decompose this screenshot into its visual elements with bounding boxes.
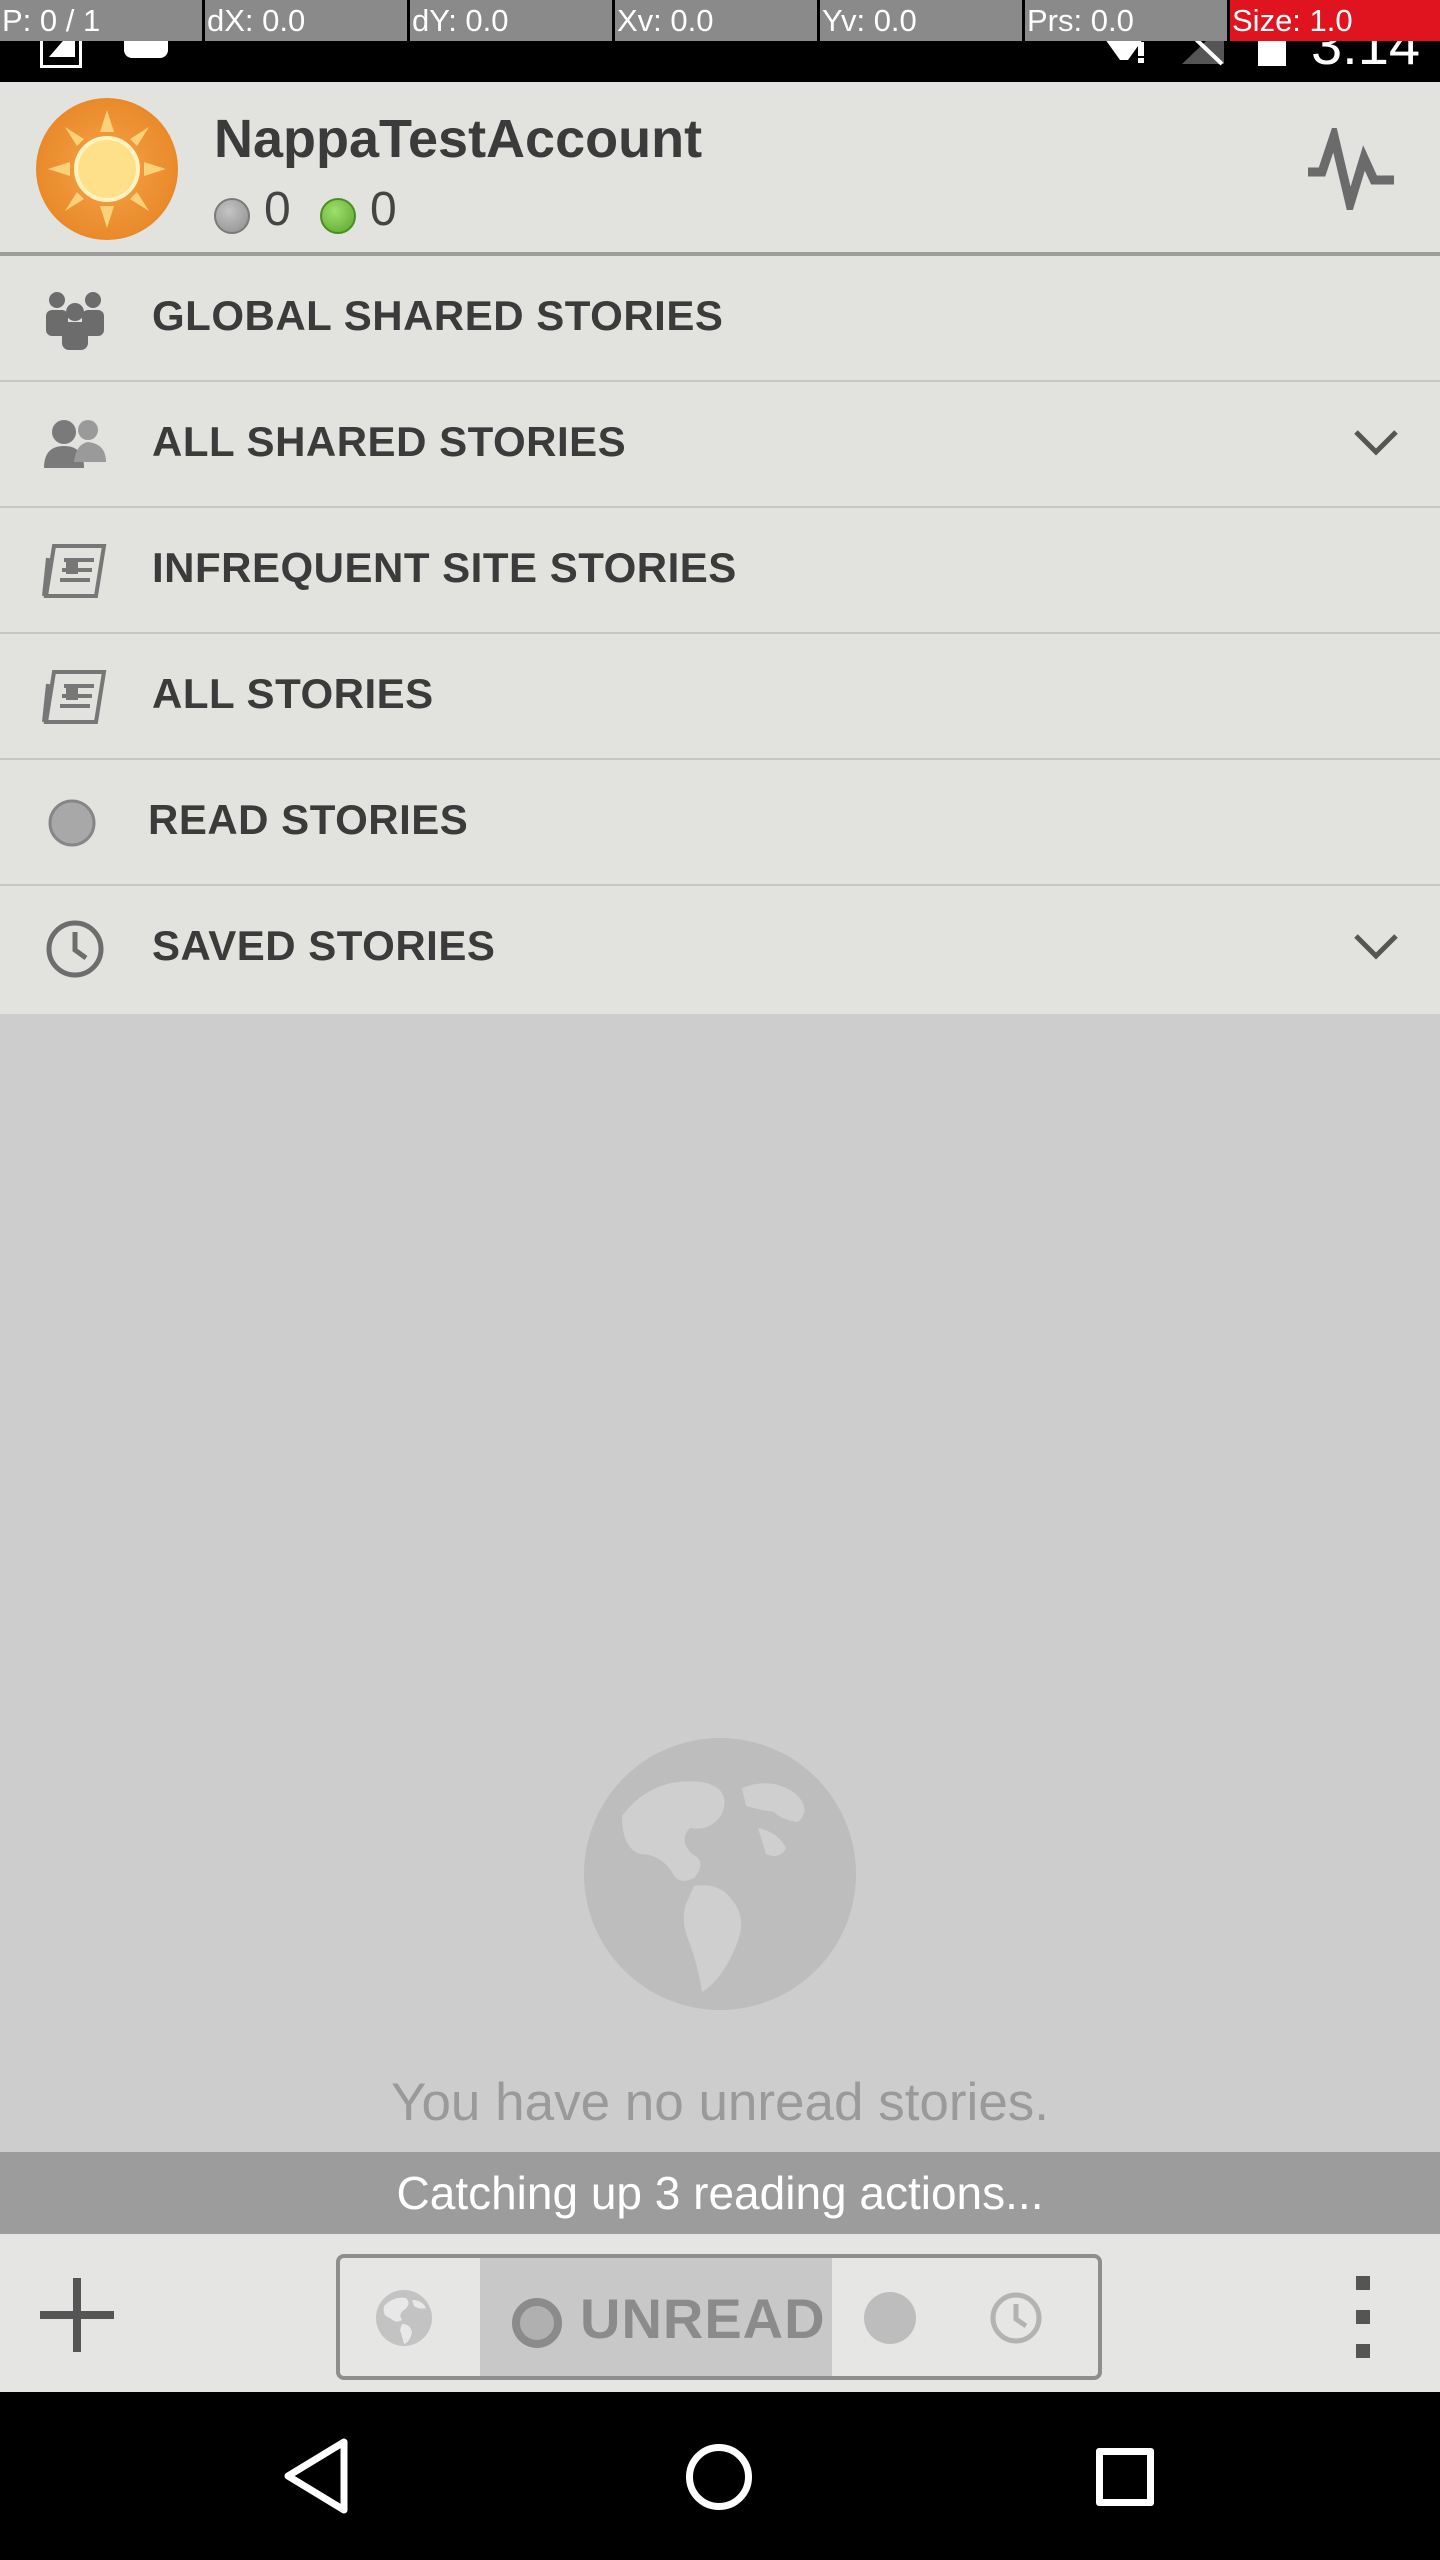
folder-label: GLOBAL SHARED STORIES	[152, 292, 724, 339]
pointer-dy: dY: 0.0	[410, 0, 615, 41]
account-header[interactable]: NappaTestAccount 0 0	[0, 82, 1440, 256]
neutral-count: 0	[264, 183, 291, 236]
overflow-menu-button[interactable]	[1348, 2276, 1378, 2358]
unread-dot-icon	[512, 2298, 562, 2348]
filter-unread-label: UNREAD	[580, 2287, 826, 2350]
activity-icon[interactable]	[1306, 128, 1396, 210]
folder-all-shared-stories[interactable]: ALL SHARED STORIES	[0, 382, 1440, 508]
chevron-down-icon[interactable]	[1352, 428, 1400, 458]
read-dot-icon	[48, 799, 96, 847]
pointer-pressure: Prs: 0.0	[1025, 0, 1230, 41]
newspaper-icon	[42, 670, 107, 724]
back-icon[interactable]	[280, 2436, 352, 2516]
pointer-size: Size: 1.0	[1230, 0, 1440, 41]
filter-saved-button[interactable]	[952, 2258, 1098, 2376]
clock-icon	[46, 920, 104, 978]
empty-state-message: You have no unread stories.	[390, 2073, 1050, 2132]
newspaper-icon	[42, 544, 107, 598]
clock-icon	[990, 2292, 1042, 2344]
bottom-toolbar: UNREAD	[0, 2234, 1440, 2392]
shared-people-icon	[44, 420, 106, 468]
account-name: NappaTestAccount	[214, 109, 703, 169]
global-icon	[376, 2290, 432, 2346]
folder-saved-stories[interactable]: SAVED STORIES	[0, 886, 1440, 1014]
home-icon[interactable]	[686, 2444, 752, 2510]
neutral-count-icon	[214, 198, 250, 234]
pointer-count: P: 0 / 1	[0, 0, 205, 41]
positive-count-icon	[320, 198, 356, 234]
globe-icon	[584, 1738, 856, 2010]
folder-label: ALL SHARED STORIES	[152, 418, 627, 465]
status-bar: 3:14 P: 0 / 1 dX: 0.0 dY: 0.0 Xv: 0.0 Yv…	[0, 0, 1440, 82]
chevron-down-icon[interactable]	[1352, 932, 1400, 962]
pointer-xv: Xv: 0.0	[615, 0, 820, 41]
pointer-location-overlay: P: 0 / 1 dX: 0.0 dY: 0.0 Xv: 0.0 Yv: 0.0…	[0, 0, 1440, 41]
folder-infrequent-site-stories[interactable]: INFREQUENT SITE STORIES	[0, 508, 1440, 634]
folder-all-stories[interactable]: ALL STORIES	[0, 634, 1440, 760]
sync-status-banner: Catching up 3 reading actions...	[0, 2152, 1440, 2234]
positive-count: 0	[370, 183, 397, 236]
avatar	[36, 98, 178, 240]
sun-icon	[48, 110, 166, 228]
pointer-dx: dX: 0.0	[205, 0, 410, 41]
folder-label: ALL STORIES	[152, 670, 434, 717]
filter-unread-button[interactable]: UNREAD	[480, 2258, 832, 2376]
folder-label: SAVED STORIES	[152, 922, 496, 969]
navigation-bar	[0, 2392, 1440, 2560]
folder-read-stories[interactable]: READ STORIES	[0, 760, 1440, 886]
folder-label: INFREQUENT SITE STORIES	[152, 544, 737, 591]
add-feed-button[interactable]	[40, 2278, 114, 2352]
recents-icon[interactable]	[1096, 2448, 1154, 2506]
folder-label: READ STORIES	[148, 796, 469, 843]
filter-all-button[interactable]	[340, 2258, 480, 2376]
pointer-yv: Yv: 0.0	[820, 0, 1025, 41]
state-filter: UNREAD	[336, 2254, 1102, 2380]
global-shared-icon	[46, 292, 104, 350]
read-dot-icon	[864, 2292, 916, 2344]
folder-global-shared-stories[interactable]: GLOBAL SHARED STORIES	[0, 256, 1440, 382]
filter-focus-button[interactable]	[832, 2258, 952, 2376]
